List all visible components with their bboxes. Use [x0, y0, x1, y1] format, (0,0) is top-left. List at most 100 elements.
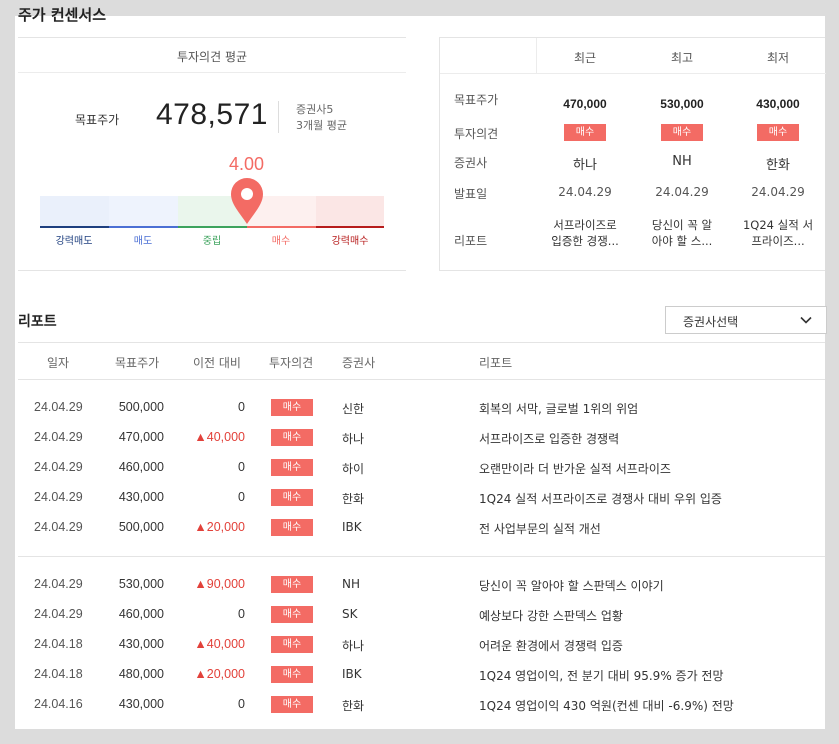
row-broker: IBK	[342, 520, 362, 534]
row-opinion-cell: 매수	[271, 666, 313, 683]
report-title-link[interactable]: 전 사업부문의 실적 개선	[479, 520, 601, 537]
row-label-broker: 증권사	[454, 156, 488, 170]
header-opinion: 투자의견	[269, 356, 314, 370]
row-change: 0	[238, 400, 245, 414]
row-target-price: 530,000	[118, 577, 164, 591]
table-row[interactable]: 24.04.29 470,000 ▲40,000 매수 하나 서프라이즈로 입증한 경쟁력	[18, 423, 825, 453]
target-price-value: 478,571	[156, 98, 268, 131]
highest-date: 24.04.29	[655, 185, 709, 199]
row-opinion-cell: 매수	[271, 519, 313, 536]
report-title-link[interactable]: 어려운 환경에서 경쟁력 입증	[479, 637, 623, 654]
highest-broker: NH	[672, 154, 692, 169]
report-line: 1Q24 실적 서	[742, 218, 814, 232]
column-lowest: 최저	[766, 51, 790, 65]
report-title-link[interactable]: 예상보다 강한 스판덱스 업황	[479, 607, 623, 624]
reports-table-header: 일자 목표주가 이전 대비 투자의견 증권사 리포트	[18, 342, 825, 380]
highest-price: 530,000	[660, 97, 704, 111]
row-label-date: 발표일	[454, 187, 488, 201]
group-divider	[18, 556, 825, 557]
row-opinion-cell: 매수	[271, 399, 313, 416]
opinion-badge: 매수	[271, 606, 313, 623]
table-row[interactable]: 24.04.29 460,000 0 매수 하이 오랜만이라 더 반가운 실적 서프라이즈	[18, 453, 825, 483]
row-target-price: 460,000	[118, 607, 164, 621]
table-row[interactable]: 24.04.18 430,000 ▲40,000 매수 하나 어려운 환경에서 경쟁력 입…	[18, 630, 825, 660]
column-latest: 최근	[573, 51, 597, 65]
row-target-price: 470,000	[118, 430, 164, 444]
row-date: 24.04.29	[34, 490, 83, 504]
row-date: 24.04.29	[34, 400, 83, 414]
report-title-link[interactable]: 오랜만이라 더 반가운 실적 서프라이즈	[479, 460, 671, 477]
row-broker: IBK	[342, 667, 362, 681]
highest-opinion-cell: 매수	[640, 124, 724, 141]
broker-select[interactable]: 증권사선택	[665, 306, 827, 334]
row-broker: 한화	[342, 699, 365, 713]
report-line: 당신이 꼭 알	[651, 218, 713, 232]
scale-label-neutral: 중립	[202, 236, 222, 247]
lowest-price: 430,000	[756, 97, 800, 111]
opinion-average-box: 투자의견 평균 목표주가 478,571 증권사5 3개월 평균 4.00 강력…	[18, 37, 406, 271]
header-broker: 증권사	[342, 356, 376, 370]
row-target-price: 480,000	[118, 667, 164, 681]
row-target-price: 500,000	[118, 400, 164, 414]
opinion-badge: 매수	[271, 576, 313, 593]
row-change: 0	[238, 697, 245, 711]
row-broker: NH	[342, 577, 360, 591]
row-opinion-cell: 매수	[271, 429, 313, 446]
row-opinion-cell: 매수	[271, 606, 313, 623]
row-broker: 신한	[342, 402, 365, 416]
report-title-link[interactable]: 1Q24 영업이익 430 억원(컨센 대비 -6.9%) 전망	[479, 697, 734, 714]
reports-title: 리포트	[18, 314, 57, 330]
scale-label-strong-sell: 강력매도	[55, 236, 93, 247]
header-date: 일자	[47, 356, 70, 370]
row-label-report: 리포트	[454, 234, 488, 248]
row-change: ▲20,000	[194, 667, 245, 681]
row-date: 24.04.16	[34, 697, 83, 711]
opinion-score: 4.00	[229, 154, 265, 174]
header-report: 리포트	[479, 356, 513, 370]
latest-report-link[interactable]: 서프라이즈로 입증한 경쟁...	[543, 217, 627, 249]
row-broker: 한화	[342, 492, 365, 506]
latest-date: 24.04.29	[558, 185, 612, 199]
report-title-link[interactable]: 1Q24 영업이익, 전 분기 대비 95.9% 증가 전망	[479, 667, 724, 684]
report-title-link[interactable]: 당신이 꼭 알아야 할 스판덱스 이야기	[479, 577, 664, 594]
row-date: 24.04.29	[34, 430, 83, 444]
highest-report-link[interactable]: 당신이 꼭 알 아야 할 스...	[640, 217, 724, 249]
lowest-opinion-cell: 매수	[736, 124, 820, 141]
row-opinion-cell: 매수	[271, 696, 313, 713]
broker-select-label: 증권사선택	[683, 315, 739, 329]
table-row[interactable]: 24.04.29 500,000 ▲20,000 매수 IBK 전 사업부문의 실적 개선	[18, 513, 825, 543]
opinion-badge: 매수	[271, 666, 313, 683]
scale-segment-strong-sell	[40, 196, 109, 228]
scale-label-buy: 매수	[271, 236, 291, 247]
report-title-link[interactable]: 1Q24 실적 서프라이즈로 경쟁사 대비 우위 입증	[479, 490, 722, 507]
report-line: 아야 할 스...	[651, 234, 713, 248]
row-change: 0	[238, 490, 245, 504]
row-change: 0	[238, 460, 245, 474]
opinion-badge: 매수	[271, 429, 313, 446]
latest-consensus-table: 최근 최고 최저 목표주가 투자의견 증권사 발표일 리포트 470,000 매…	[439, 37, 826, 271]
opinion-badge: 매수	[271, 636, 313, 653]
opinion-badge: 매수	[271, 696, 313, 713]
divider	[18, 72, 406, 73]
lowest-report-link[interactable]: 1Q24 실적 서 프라이즈...	[736, 217, 820, 249]
table-row[interactable]: 24.04.16 430,000 0 매수 한화 1Q24 영업이익 430 억원(컨센 …	[18, 690, 825, 720]
broker-count: 증권사5	[296, 103, 334, 116]
lowest-broker: 한화	[766, 158, 790, 173]
row-opinion-cell: 매수	[271, 489, 313, 506]
table-row[interactable]: 24.04.29 530,000 ▲90,000 매수 NH 당신이 꼭 알아야 할 스판…	[18, 570, 825, 600]
table-row[interactable]: 24.04.29 460,000 0 매수 SK 예상보다 강한 스판덱스 업황	[18, 600, 825, 630]
row-date: 24.04.29	[34, 607, 83, 621]
report-title-link[interactable]: 서프라이즈로 입증한 경쟁력	[479, 430, 619, 447]
target-price-label: 목표주가	[75, 113, 120, 127]
report-line: 서프라이즈로	[553, 218, 617, 232]
column-highest: 최고	[670, 51, 694, 65]
table-row[interactable]: 24.04.18 480,000 ▲20,000 매수 IBK 1Q24 영업이익, 전 …	[18, 660, 825, 690]
report-title-link[interactable]: 회복의 서막, 글로벌 1위의 위엄	[479, 400, 638, 417]
opinion-badge: 매수	[271, 519, 313, 536]
row-change: ▲90,000	[194, 577, 245, 591]
row-date: 24.04.29	[34, 520, 83, 534]
broker-info: 증권사5 3개월 평균	[296, 102, 347, 134]
row-label-target-price: 목표주가	[454, 93, 499, 107]
table-row[interactable]: 24.04.29 430,000 0 매수 한화 1Q24 실적 서프라이즈로 경쟁사 대…	[18, 483, 825, 513]
table-row[interactable]: 24.04.29 500,000 0 매수 신한 회복의 서막, 글로벌 1위의 위엄	[18, 393, 825, 423]
